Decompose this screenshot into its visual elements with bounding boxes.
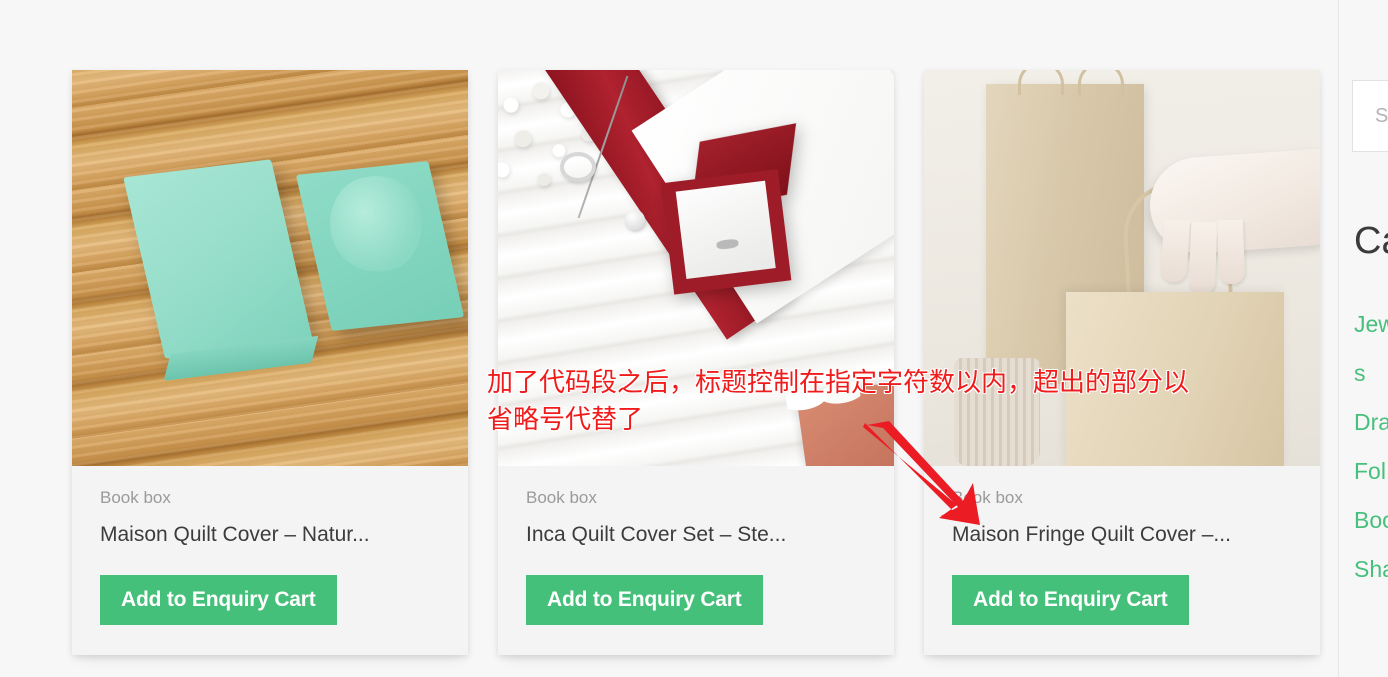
product-card[interactable]: Book box Maison Fringe Quilt Cover –... … [924, 70, 1320, 655]
necklace-pendant [625, 210, 645, 230]
red-velvet-ring-box [659, 123, 797, 295]
product-card[interactable]: Book box Inca Quilt Cover Set – Ste... A… [498, 70, 894, 655]
glove-finger [1216, 219, 1246, 285]
category-link-shapes[interactable]: Sha [1354, 558, 1388, 581]
add-to-enquiry-cart-button[interactable]: Add to Enquiry Cart [952, 574, 1189, 625]
product-grid: Book box Maison Quilt Cover – Natur... A… [72, 70, 1320, 655]
category-list: Jew s Dra Fol Boo Sha [1354, 313, 1388, 607]
sidebar: Ca Jew s Dra Fol Boo Sha [1352, 0, 1388, 677]
kraft-paper-bag-front [1066, 292, 1284, 466]
product-category[interactable]: Book box [526, 488, 866, 508]
content-sidebar-divider [1338, 0, 1339, 677]
product-image-kraft-bags[interactable] [924, 70, 1320, 466]
product-title[interactable]: Maison Quilt Cover – Natur... [100, 522, 440, 548]
product-title[interactable]: Maison Fringe Quilt Cover –... [952, 522, 1292, 548]
category-link-jewellery[interactable]: Jew [1354, 313, 1388, 336]
categories-heading: Ca [1354, 220, 1388, 262]
add-to-enquiry-cart-button[interactable]: Add to Enquiry Cart [100, 574, 337, 625]
glove-finger [1159, 219, 1191, 283]
category-link-second[interactable]: s [1354, 362, 1388, 385]
product-card-body: Book box Maison Quilt Cover – Natur... A… [72, 466, 468, 655]
search-box[interactable] [1352, 80, 1388, 152]
product-category[interactable]: Book box [100, 488, 440, 508]
glove-finger [1188, 221, 1218, 295]
product-card-body: Book box Maison Fringe Quilt Cover –... … [924, 466, 1320, 655]
product-image-mint-gift-box[interactable] [72, 70, 468, 466]
search-input[interactable] [1353, 104, 1388, 128]
product-card-body: Book box Inca Quilt Cover Set – Ste... A… [498, 466, 894, 655]
product-title[interactable]: Inca Quilt Cover Set – Ste... [526, 522, 866, 548]
category-link-folding[interactable]: Fol [1354, 460, 1388, 483]
category-link-drawstring[interactable]: Dra [1354, 411, 1388, 434]
add-to-enquiry-cart-button[interactable]: Add to Enquiry Cart [526, 574, 763, 625]
product-image-jewellery-box[interactable] [498, 70, 894, 466]
ribbed-cup [954, 358, 1040, 466]
product-listing-page: Book box Maison Quilt Cover – Natur... A… [0, 0, 1388, 677]
silver-ring [560, 152, 596, 182]
product-card[interactable]: Book box Maison Quilt Cover – Natur... A… [72, 70, 468, 655]
product-category[interactable]: Book box [952, 488, 1292, 508]
ring-box-frame [660, 169, 792, 295]
category-link-book-box[interactable]: Boo [1354, 509, 1388, 532]
